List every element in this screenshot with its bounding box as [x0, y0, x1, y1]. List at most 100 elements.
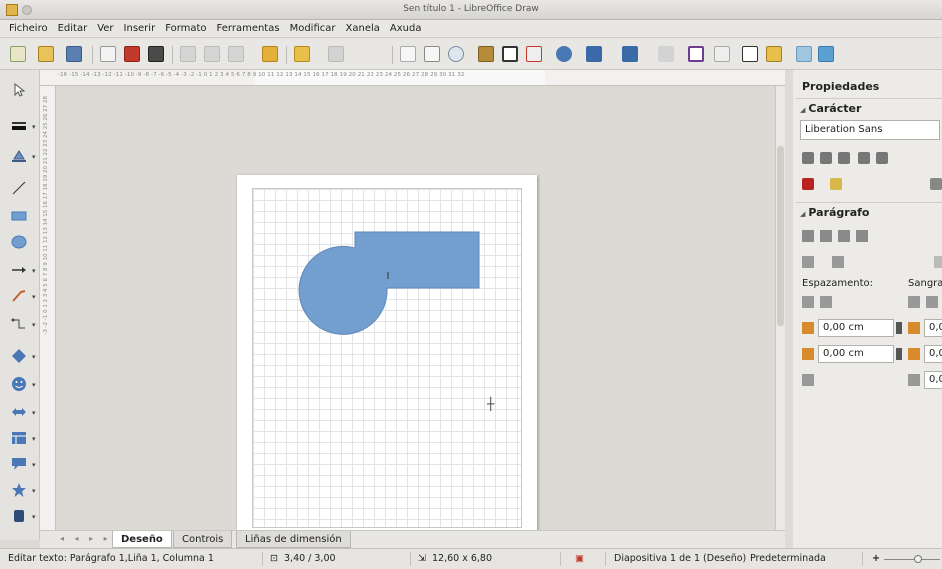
- line-spacing-icon[interactable]: [802, 374, 814, 386]
- composite-shape[interactable]: [298, 231, 480, 335]
- scrollbar-thumb[interactable]: [777, 146, 784, 326]
- area-fill-icon[interactable]: ▾: [10, 148, 36, 164]
- font-name-combo[interactable]: Liberation Sans: [800, 120, 940, 140]
- align-center-icon[interactable]: [820, 230, 832, 242]
- tab-linas-dimension[interactable]: Liñas de dimensión: [236, 531, 351, 548]
- distribution-icon[interactable]: [658, 46, 674, 62]
- paste-icon[interactable]: [228, 46, 244, 62]
- 3d-objects-icon[interactable]: ▾: [10, 508, 36, 524]
- menu-formato[interactable]: Formato: [160, 20, 211, 37]
- increase-indent-icon[interactable]: [908, 296, 920, 308]
- sidebar-collapse-strip[interactable]: [785, 70, 793, 548]
- print-icon[interactable]: [148, 46, 164, 62]
- above-spacing-field[interactable]: 0,00 cm: [818, 319, 894, 337]
- select-icon[interactable]: [10, 82, 28, 98]
- paragraph-section-header[interactable]: ◢ Parágrafo: [800, 206, 870, 219]
- menu-axuda[interactable]: Axuda: [385, 20, 427, 37]
- numbering-icon[interactable]: [832, 256, 844, 268]
- tab-controis[interactable]: Controis: [173, 531, 233, 548]
- drawing-canvas[interactable]: ┼: [57, 87, 775, 530]
- connectors-icon[interactable]: ▾: [10, 316, 36, 332]
- status-master[interactable]: Predeterminada: [750, 553, 826, 564]
- clone-formatting-icon[interactable]: [262, 46, 278, 62]
- align-right-icon[interactable]: [838, 230, 850, 242]
- below-spacing-field[interactable]: 0,00 cm: [818, 345, 894, 363]
- italic-icon[interactable]: [820, 152, 832, 164]
- curves-icon[interactable]: ▾: [10, 288, 36, 304]
- align-left-icon[interactable]: [802, 230, 814, 242]
- line-icon[interactable]: [10, 180, 28, 196]
- align-icon[interactable]: [586, 46, 602, 62]
- cut-icon[interactable]: [180, 46, 196, 62]
- image-map-icon[interactable]: [818, 46, 834, 62]
- helplines-icon[interactable]: [424, 46, 440, 62]
- zoom-icon[interactable]: [448, 46, 464, 62]
- rotate-icon[interactable]: [556, 46, 572, 62]
- document-modified-icon[interactable]: ▣: [575, 553, 584, 564]
- arrange-icon[interactable]: [622, 46, 638, 62]
- menu-xanela[interactable]: Xanela: [341, 20, 385, 37]
- shadow-text-icon[interactable]: [876, 152, 888, 164]
- toggle-extrusion-icon[interactable]: [796, 46, 812, 62]
- vertical-ruler[interactable]: -3 -2 -1 0 1 2 3 4 5 6 7 8 9 10 11 12 13…: [40, 86, 56, 530]
- tab-navigation-arrows[interactable]: ◂ ◂ ▸ ▸: [60, 534, 112, 543]
- increase-spacing-icon[interactable]: [802, 296, 814, 308]
- symbol-shapes-icon[interactable]: ▾: [10, 376, 36, 392]
- fontwork-icon[interactable]: [526, 46, 542, 62]
- export-icon[interactable]: [100, 46, 116, 62]
- rectangle-icon[interactable]: [10, 208, 28, 224]
- bold-icon[interactable]: [802, 152, 814, 164]
- copy-icon[interactable]: [204, 46, 220, 62]
- undo-icon[interactable]: [294, 46, 310, 62]
- font-color-icon[interactable]: [802, 178, 814, 190]
- lines-arrows-icon[interactable]: ▾: [10, 262, 36, 278]
- below-spacing-spinner[interactable]: [896, 348, 902, 360]
- callouts-icon[interactable]: ▾: [10, 456, 36, 472]
- menu-modificar[interactable]: Modificar: [285, 20, 341, 37]
- horizontal-ruler[interactable]: -16 -15 -14 -13 -12 -11 -10 -9 -8 -7 -6 …: [40, 70, 785, 86]
- text-box-icon[interactable]: [502, 46, 518, 62]
- character-section-header[interactable]: ◢ Carácter: [800, 102, 861, 115]
- flowchart-icon[interactable]: ▾: [10, 430, 36, 446]
- decrease-spacing-icon[interactable]: [820, 296, 832, 308]
- new-document-icon[interactable]: [10, 46, 26, 62]
- redo-icon[interactable]: [328, 46, 344, 62]
- menu-ver[interactable]: Ver: [92, 20, 118, 37]
- zoom-slider[interactable]: [884, 559, 940, 560]
- drawing-page[interactable]: [237, 175, 537, 530]
- menu-ficheiro[interactable]: Ficheiro: [4, 20, 53, 37]
- tab-deseno[interactable]: Deseño: [112, 531, 172, 548]
- character-spacing-icon[interactable]: [930, 178, 942, 190]
- decrease-indent-icon[interactable]: [926, 296, 938, 308]
- menu-ferramentas[interactable]: Ferramentas: [212, 20, 285, 37]
- save-icon[interactable]: [66, 46, 82, 62]
- crop-icon[interactable]: [714, 46, 730, 62]
- block-arrows-icon[interactable]: ▾: [10, 404, 36, 420]
- zoom-in-button[interactable]: +: [872, 553, 880, 564]
- stars-icon[interactable]: ▾: [10, 482, 36, 498]
- export-pdf-icon[interactable]: [124, 46, 140, 62]
- highlight-color-icon[interactable]: [830, 178, 842, 190]
- grid-icon[interactable]: [400, 46, 416, 62]
- zoom-slider-thumb[interactable]: [914, 555, 922, 563]
- ellipse-icon[interactable]: [10, 234, 28, 250]
- line-color-icon[interactable]: ▾: [10, 118, 36, 134]
- strikethrough-icon[interactable]: [858, 152, 870, 164]
- first-line-indent-field[interactable]: 0,00: [924, 371, 942, 389]
- paragraph-direction-icon[interactable]: [934, 256, 942, 268]
- points-icon[interactable]: [742, 46, 758, 62]
- shadow-icon[interactable]: [688, 46, 704, 62]
- menu-inserir[interactable]: Inserir: [119, 20, 161, 37]
- after-indent-field[interactable]: 0,00: [924, 345, 942, 363]
- glue-points-icon[interactable]: [766, 46, 782, 62]
- open-folder-icon[interactable]: [38, 46, 54, 62]
- insert-image-icon[interactable]: [478, 46, 494, 62]
- menu-editar[interactable]: Editar: [53, 20, 93, 37]
- above-spacing-spinner[interactable]: [896, 322, 902, 334]
- underline-icon[interactable]: [838, 152, 850, 164]
- justify-icon[interactable]: [856, 230, 868, 242]
- vertical-scrollbar[interactable]: [775, 86, 785, 530]
- before-indent-field[interactable]: 0,00: [924, 319, 942, 337]
- basic-shapes-icon[interactable]: ▾: [10, 348, 36, 364]
- bullets-icon[interactable]: [802, 256, 814, 268]
